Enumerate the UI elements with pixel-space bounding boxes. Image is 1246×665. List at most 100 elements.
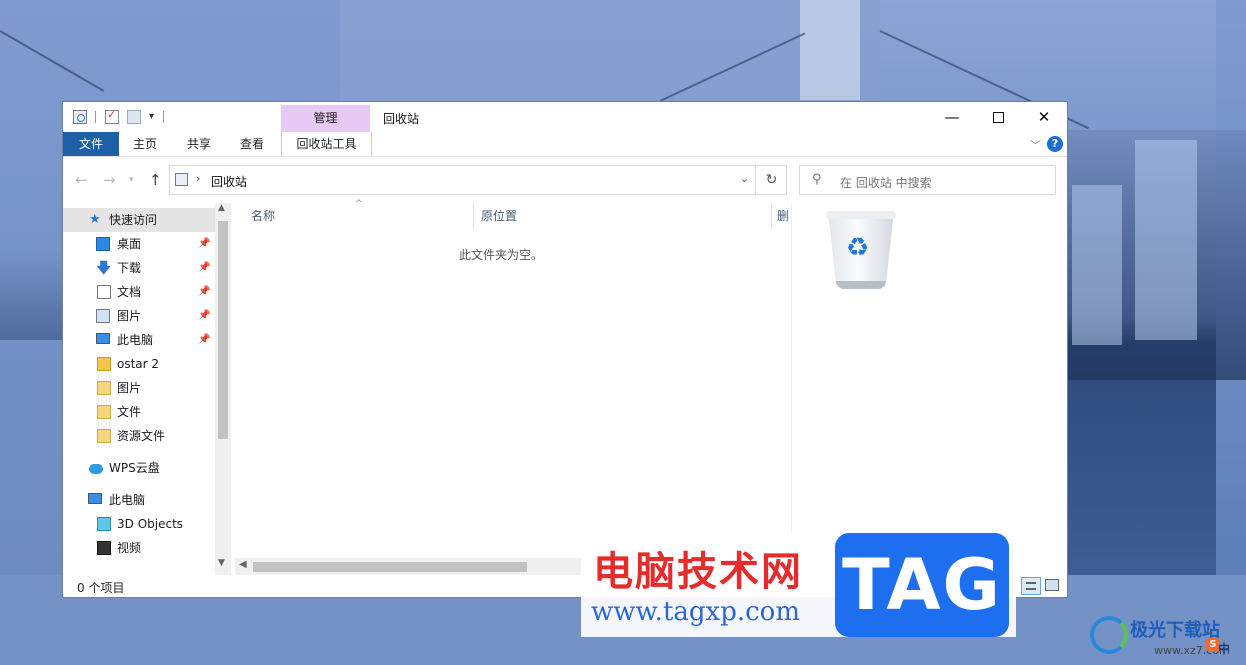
chevron-right-icon[interactable]: ›	[196, 172, 200, 185]
video-icon	[97, 541, 111, 555]
nav-item-this-pc-pinned[interactable]: 此电脑 📌	[63, 328, 215, 352]
title-bar[interactable]: ▾ 管理 回收站 — ✕	[63, 102, 1067, 132]
nav-item-pictures[interactable]: 图片 📌	[63, 304, 215, 328]
large-icons-view-icon[interactable]	[1045, 579, 1059, 591]
pin-icon: 📌	[198, 310, 211, 321]
recycle-bin-preview-icon: ♻	[826, 211, 896, 289]
navigation-pane: ★ 快速访问 桌面 📌 🡇 下载 📌 文档 📌 图片 📌 此电脑 📌 ostar…	[63, 203, 231, 575]
folder-icon	[97, 429, 111, 443]
search-input[interactable]: ⚲ 在 回收站 中搜索	[799, 165, 1056, 195]
explorer-window: ▾ 管理 回收站 — ✕ 文件 主页 共享 查看 回收站工具 ﹀ ? ← → ▾…	[62, 101, 1068, 598]
nav-item-videos[interactable]: 视频	[63, 536, 215, 560]
watermark-banner: 电脑技术网 www.tagxp.com TAG	[581, 533, 1016, 637]
empty-folder-message: 此文件夹为空。	[458, 248, 543, 262]
preview-pane: ♻	[791, 203, 1068, 575]
nav-item-wps-cloud[interactable]: WPS云盘	[63, 456, 215, 480]
computer-icon	[88, 493, 102, 504]
chevron-down-icon[interactable]: ﹀	[1030, 137, 1041, 153]
minimize-button[interactable]: —	[929, 102, 975, 132]
recycle-icon: ♻	[846, 233, 870, 263]
toolbar-separator	[163, 111, 164, 123]
watermark-url: www.tagxp.com	[591, 597, 800, 627]
tab-recycle-bin-tools[interactable]: 回收站工具	[281, 132, 372, 156]
nav-item-this-pc[interactable]: 此电脑	[63, 488, 215, 512]
brand-logo-icon	[1090, 616, 1128, 654]
column-divider[interactable]	[473, 203, 474, 229]
column-header-name[interactable]: 名称	[251, 203, 471, 229]
nav-item-ostar-2[interactable]: ostar 2	[63, 352, 215, 376]
desktop-icon	[96, 237, 110, 251]
address-row: ← → ▾ ↑ › 回收站 ⌄ ↻ ⚲ 在 回收站 中搜索	[63, 157, 1067, 203]
cloud-icon	[89, 464, 103, 474]
folder-icon	[97, 381, 111, 395]
nav-item-label: 资源文件	[117, 429, 166, 443]
scroll-down-icon[interactable]: ▼	[218, 558, 225, 568]
tab-home[interactable]: 主页	[121, 132, 169, 156]
nav-item-label: 文件	[117, 405, 142, 419]
pin-icon: 📌	[198, 262, 211, 273]
pin-icon: 📌	[198, 334, 211, 345]
help-icon[interactable]: ?	[1047, 136, 1063, 152]
nav-item-label: 图片	[117, 381, 142, 395]
computer-icon	[96, 333, 110, 344]
tab-file[interactable]: 文件	[63, 132, 119, 156]
pictures-icon	[96, 309, 110, 323]
file-list: ^ 名称 原位置 删 此文件夹为空。	[233, 199, 791, 575]
document-icon	[97, 285, 111, 299]
recycle-bin-icon	[73, 110, 87, 124]
nav-item-files-folder[interactable]: 文件	[63, 400, 215, 424]
scrollbar-thumb[interactable]	[218, 221, 228, 439]
3d-objects-icon	[97, 517, 111, 531]
nav-item-label: 下载	[117, 261, 142, 275]
nav-item-resources-folder[interactable]: 资源文件	[63, 424, 215, 448]
scroll-left-icon[interactable]: ◀	[239, 559, 247, 570]
nav-item-label: 视频	[117, 541, 142, 555]
properties-icon[interactable]	[105, 108, 119, 124]
nav-item-3d-objects[interactable]: 3D Objects	[63, 512, 215, 536]
address-path[interactable]: 回收站	[211, 173, 247, 190]
address-bar[interactable]: › 回收站 ⌄	[169, 165, 756, 195]
scrollbar-thumb[interactable]	[253, 562, 527, 572]
back-arrow-icon[interactable]: ←	[75, 171, 88, 189]
column-header-original-location[interactable]: 原位置	[481, 203, 761, 229]
tab-share[interactable]: 共享	[173, 132, 225, 156]
nav-item-desktop[interactable]: 桌面 📌	[63, 232, 215, 256]
watermark-site-name: 电脑技术网	[593, 549, 803, 595]
star-icon: ★	[89, 212, 101, 227]
nav-scrollbar[interactable]: ▲ ▼	[215, 203, 231, 575]
watermark-tag-logo: TAG	[835, 533, 1009, 637]
maximize-button[interactable]	[975, 102, 1021, 132]
nav-item-downloads[interactable]: 🡇 下载 📌	[63, 256, 215, 280]
recycle-bin-icon	[175, 173, 188, 186]
search-icon: ⚲	[812, 172, 822, 187]
wallpaper-tower	[1072, 185, 1122, 345]
column-header-date-deleted[interactable]: 删	[777, 203, 791, 229]
close-button[interactable]: ✕	[1021, 102, 1067, 132]
tab-view[interactable]: 查看	[229, 132, 275, 156]
context-tab-manage[interactable]: 管理	[281, 105, 370, 132]
bin-rim	[826, 211, 896, 219]
ime-indicator[interactable]: 中	[1218, 640, 1240, 662]
scroll-up-icon[interactable]: ▲	[218, 203, 225, 213]
quick-access-dropdown-icon[interactable]: ▾	[149, 111, 154, 122]
refresh-button[interactable]: ↻	[757, 165, 787, 195]
nav-item-label: 桌面	[117, 237, 142, 251]
bin-base	[836, 281, 886, 289]
nav-item-documents[interactable]: 文档 📌	[63, 280, 215, 304]
nav-item-label: 此电脑	[109, 493, 146, 507]
details-view-icon[interactable]	[1021, 577, 1041, 595]
recent-locations-chevron-icon[interactable]: ▾	[129, 175, 134, 185]
download-icon: 🡇	[96, 259, 112, 277]
nav-item-label: 图片	[117, 309, 142, 323]
new-folder-icon[interactable]	[127, 110, 141, 124]
nav-item-label: 快速访问	[109, 213, 158, 227]
search-placeholder[interactable]: 在 回收站 中搜索	[840, 174, 932, 191]
chevron-down-icon[interactable]: ⌄	[740, 172, 749, 185]
up-arrow-icon[interactable]: ↑	[149, 171, 162, 189]
toolbar-separator	[95, 111, 96, 123]
forward-arrow-icon[interactable]: →	[103, 171, 116, 189]
column-divider[interactable]	[771, 203, 772, 229]
ribbon-tabs: 文件 主页 共享 查看 回收站工具 ﹀ ?	[63, 132, 1067, 157]
nav-item-pictures-folder[interactable]: 图片	[63, 376, 215, 400]
nav-item-quick-access[interactable]: ★ 快速访问	[63, 208, 215, 232]
